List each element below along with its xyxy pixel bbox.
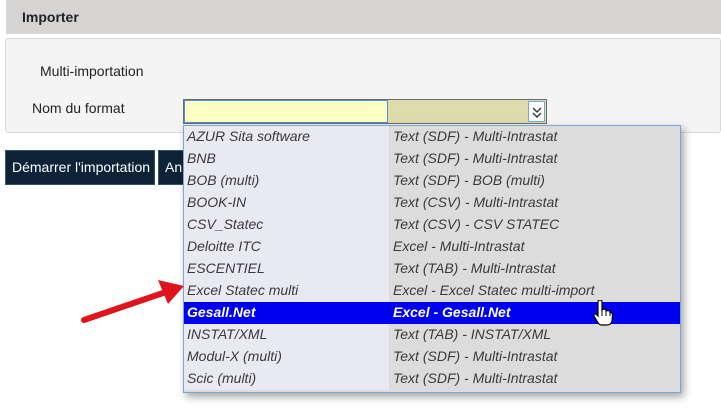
hand-cursor-icon: [593, 300, 613, 326]
option-format-name: Scic (multi): [184, 368, 389, 390]
importer-page: Importer Multi-importation Nom du format…: [0, 0, 721, 408]
option-format-type: Excel - Multi-Intrastat: [393, 238, 525, 254]
option-format-name: ESCENTIEL: [184, 258, 389, 280]
option-format-name: AZUR Sita software: [184, 126, 389, 148]
option-format-name: Modul-X (multi): [184, 346, 389, 368]
dropdown-option[interactable]: Excel Statec multi Excel - Excel Statec m…: [184, 280, 680, 302]
option-format-name: CSV_Statec: [184, 214, 389, 236]
option-format-type: Text (TAB) - Multi-Intrastat: [393, 260, 556, 276]
dropdown-option[interactable]: ESCENTIEL Text (TAB) - Multi-Intrastat: [184, 258, 680, 280]
format-dropdown-list[interactable]: AZUR Sita software Text (SDF) - Multi-Int…: [183, 125, 681, 393]
option-format-name: BNB: [184, 148, 389, 170]
option-format-name: INSTAT/XML: [184, 324, 389, 346]
section-title: Importer: [22, 9, 79, 25]
option-format-name: Deloitte ITC: [184, 236, 389, 258]
option-format-type: Text (SDF) - Multi-Intrastat: [393, 348, 558, 364]
dropdown-option[interactable]: INSTAT/XML Text (TAB) - INSTAT/XML: [184, 324, 680, 346]
dropdown-option[interactable]: BNB Text (SDF) - Multi-Intrastat: [184, 148, 680, 170]
red-arrow-icon: [81, 280, 184, 323]
option-format-type: Text (SDF) - Multi-Intrastat: [393, 150, 558, 166]
dropdown-toggle-button[interactable]: [528, 101, 545, 122]
option-format-name: Excel Statec multi: [184, 280, 389, 302]
multi-import-label: Multi-importation: [40, 63, 144, 79]
chevron-down-double-icon: [532, 107, 542, 118]
option-format-name: Gesall.Net: [184, 302, 389, 324]
cancel-button[interactable]: An: [158, 150, 186, 185]
dropdown-option[interactable]: Deloitte ITC Excel - Multi-Intrastat: [184, 236, 680, 258]
dropdown-option[interactable]: CSV_Statec Text (CSV) - CSV STATEC: [184, 214, 680, 236]
option-format-type: Excel - Gesall.Net: [393, 304, 511, 320]
dropdown-option[interactable]: BOOK-IN Text (CSV) - Multi-Intrastat: [184, 192, 680, 214]
format-name-label: Nom du format: [32, 100, 125, 116]
dropdown-option[interactable]: AZUR Sita software Text (SDF) - Multi-Int…: [184, 126, 680, 148]
option-format-name: BOB (multi): [184, 170, 389, 192]
option-format-type: Text (SDF) - Multi-Intrastat: [393, 370, 558, 386]
section-header: Importer: [6, 0, 721, 34]
dropdown-option[interactable]: Modul-X (multi) Text (SDF) - Multi-Intras…: [184, 346, 680, 368]
option-format-type: Text (CSV) - CSV STATEC: [393, 216, 560, 232]
dropdown-option[interactable]: BOB (multi) Text (SDF) - BOB (multi): [184, 170, 680, 192]
option-format-type: Text (CSV) - Multi-Intrastat: [393, 194, 559, 210]
option-format-type: Excel - Excel Statec multi-import: [393, 282, 595, 298]
format-combobox[interactable]: [183, 99, 547, 124]
option-format-type: Text (SDF) - Multi-Intrastat: [393, 128, 558, 144]
dropdown-option[interactable]: Scic (multi) Text (SDF) - Multi-Intrastat: [184, 368, 680, 390]
start-import-button[interactable]: Démarrer l'importation: [5, 150, 155, 185]
option-format-type: Text (TAB) - INSTAT/XML: [393, 326, 552, 342]
format-input[interactable]: [184, 100, 388, 123]
option-format-name: BOOK-IN: [184, 192, 389, 214]
option-format-type: Text (SDF) - BOB (multi): [393, 172, 545, 188]
